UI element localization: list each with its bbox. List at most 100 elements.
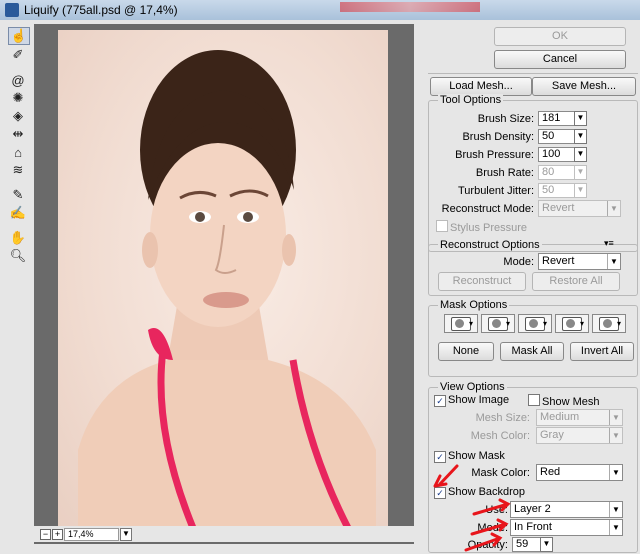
mask-subtract-icon [525,316,545,331]
reconstruct-button[interactable]: Reconstruct [438,272,526,291]
thaw-mask-icon[interactable]: ✍ [8,205,28,221]
chevron-down-icon: ▼ [607,254,620,269]
push-left-icon[interactable]: ⇹ [8,126,28,142]
hand-icon[interactable]: ✋ [8,230,28,246]
liquify-dialog: Liquify (775all.psd @ 17,4%) ☝ ✐ @ ✺ ◈ ⇹… [0,0,640,554]
reconstruct-options-title: Reconstruct Options [438,239,542,251]
mesh-size-value: Medium [540,411,580,423]
cancel-button[interactable]: Cancel [494,50,626,69]
backdrop-mode-select[interactable]: In Front ▼ [510,519,623,536]
brush-size-label: Brush Size: [477,113,534,125]
checkmark-icon: ✓ [434,451,446,463]
opacity-field[interactable]: 59 [512,537,541,552]
brush-pressure-field[interactable]: 100 [538,147,577,162]
chevron-down-icon: ▼ [609,410,622,425]
annotation-arrow-icon [472,498,511,516]
show-mask-checkbox[interactable]: ✓ Show Mask [434,450,505,463]
zoom-dropdown[interactable]: ▼ [120,528,132,541]
reconstruct-icon[interactable]: ✐ [8,47,28,63]
turbulent-jitter-field[interactable]: 50 [538,183,577,198]
zoom-icon[interactable]: 🔍︎ [8,248,28,264]
toolbox: ☝ ✐ @ ✺ ◈ ⇹ ⌂ ≋ ✎ ✍ ✋ 🔍︎ [8,26,32,266]
chevron-down-icon[interactable]: ▾ [506,319,510,328]
mask-replace-icon [451,316,471,331]
checkbox-box [528,394,540,406]
mask-intersect-icon [562,316,582,331]
view-options-title: View Options [438,381,507,393]
twirl-icon[interactable]: @ [8,72,28,88]
annotation-arrow-icon [433,464,459,488]
turbulent-jitter-label: Turbulent Jitter: [457,185,534,197]
options-panel: OK Cancel Load Mesh... Save Mesh... Tool… [424,20,640,554]
pucker-icon[interactable]: ✺ [8,90,28,106]
brush-pressure-label: Brush Pressure: [455,149,534,161]
window-title: Liquify (775all.psd @ 17,4%) [24,3,178,17]
brush-density-dropdown[interactable]: ▼ [574,129,587,144]
zoom-level-field[interactable]: 17,4% [64,528,119,541]
stylus-pressure-checkbox[interactable]: Stylus Pressure [436,220,527,234]
chevron-down-icon[interactable]: ▾ [469,319,473,328]
brush-rate-field[interactable]: 80 [538,165,577,180]
chevron-down-icon: ▼ [609,428,622,443]
zoom-status-bar: − + 17,4% ▼ [34,526,414,542]
ok-button[interactable]: OK [494,27,626,46]
save-mesh-button[interactable]: Save Mesh... [532,77,636,96]
show-mesh-checkbox[interactable]: Show Mesh [528,394,599,408]
brush-density-label: Brush Density: [462,131,534,143]
mesh-size-select[interactable]: Medium ▼ [536,409,623,426]
turbulent-jitter-dropdown[interactable]: ▼ [574,183,587,198]
photoshop-app-icon [5,3,19,17]
backdrop-layer-select[interactable]: Layer 2 ▼ [510,501,623,518]
invert-all-button[interactable]: Invert All [570,342,634,361]
brush-rate-label: Brush Rate: [475,167,534,179]
opacity-dropdown[interactable]: ▼ [540,537,553,552]
mesh-color-label: Mesh Color: [470,430,530,442]
mask-color-value: Red [540,466,561,478]
mask-invert-icon [599,316,619,331]
zoom-out-button[interactable]: − [40,529,51,540]
portrait-photo[interactable] [58,30,388,528]
show-image-label: Show Image [448,394,510,406]
forward-warp-icon[interactable]: ☝ [8,27,30,45]
show-image-checkbox[interactable]: ✓ Show Image [434,394,509,407]
reconstruct-mode-label: Reconstruct Mode: [441,203,534,215]
mask-none-button[interactable]: None [438,342,494,361]
panel-menu-icon[interactable]: ▾≡ [604,238,614,249]
mesh-color-value: Gray [540,429,564,441]
bloat-icon[interactable]: ◈ [8,108,28,124]
title-bar-decoration [340,2,480,12]
reconstruct-mode-value-2: Revert [542,255,575,267]
backdrop-layer-value: Layer 2 [514,503,551,515]
tool-options-title: Tool Options [438,94,504,106]
mask-add-icon [488,316,508,331]
brush-density-field[interactable]: 50 [538,129,577,144]
brush-rate-dropdown[interactable]: ▼ [574,165,587,180]
reconstruct-mode-select[interactable]: Revert ▼ [538,200,621,217]
chevron-down-icon[interactable]: ▾ [580,319,584,328]
chevron-down-icon[interactable]: ▾ [617,319,621,328]
mask-all-button[interactable]: Mask All [500,342,564,361]
image-preview[interactable] [34,24,414,544]
mesh-size-label: Mesh Size: [475,412,530,424]
chevron-down-icon: ▼ [609,520,622,535]
checkmark-icon: ✓ [434,395,446,407]
mask-color-select[interactable]: Red ▼ [536,464,623,481]
brush-size-dropdown[interactable]: ▼ [574,111,587,126]
reconstruct-mode-dropdown[interactable]: Revert ▼ [538,253,621,270]
show-mask-label: Show Mask [448,450,505,462]
portrait-illustration [78,50,376,528]
restore-all-button[interactable]: Restore All [532,272,620,291]
turbulence-icon[interactable]: ≋ [8,162,28,178]
zoom-in-button[interactable]: + [52,529,63,540]
annotation-arrow-icon [464,532,503,552]
chevron-down-icon[interactable]: ▾ [543,319,547,328]
freeze-mask-icon[interactable]: ✎ [8,187,28,203]
title-bar: Liquify (775all.psd @ 17,4%) [0,0,640,20]
brush-pressure-dropdown[interactable]: ▼ [574,147,587,162]
divider [428,73,638,74]
checkbox-box [436,220,448,232]
brush-size-field[interactable]: 181 [538,111,577,126]
chevron-down-icon: ▼ [609,465,622,480]
mesh-color-select[interactable]: Gray ▼ [536,427,623,444]
mirror-icon[interactable]: ⌂ [8,144,28,160]
